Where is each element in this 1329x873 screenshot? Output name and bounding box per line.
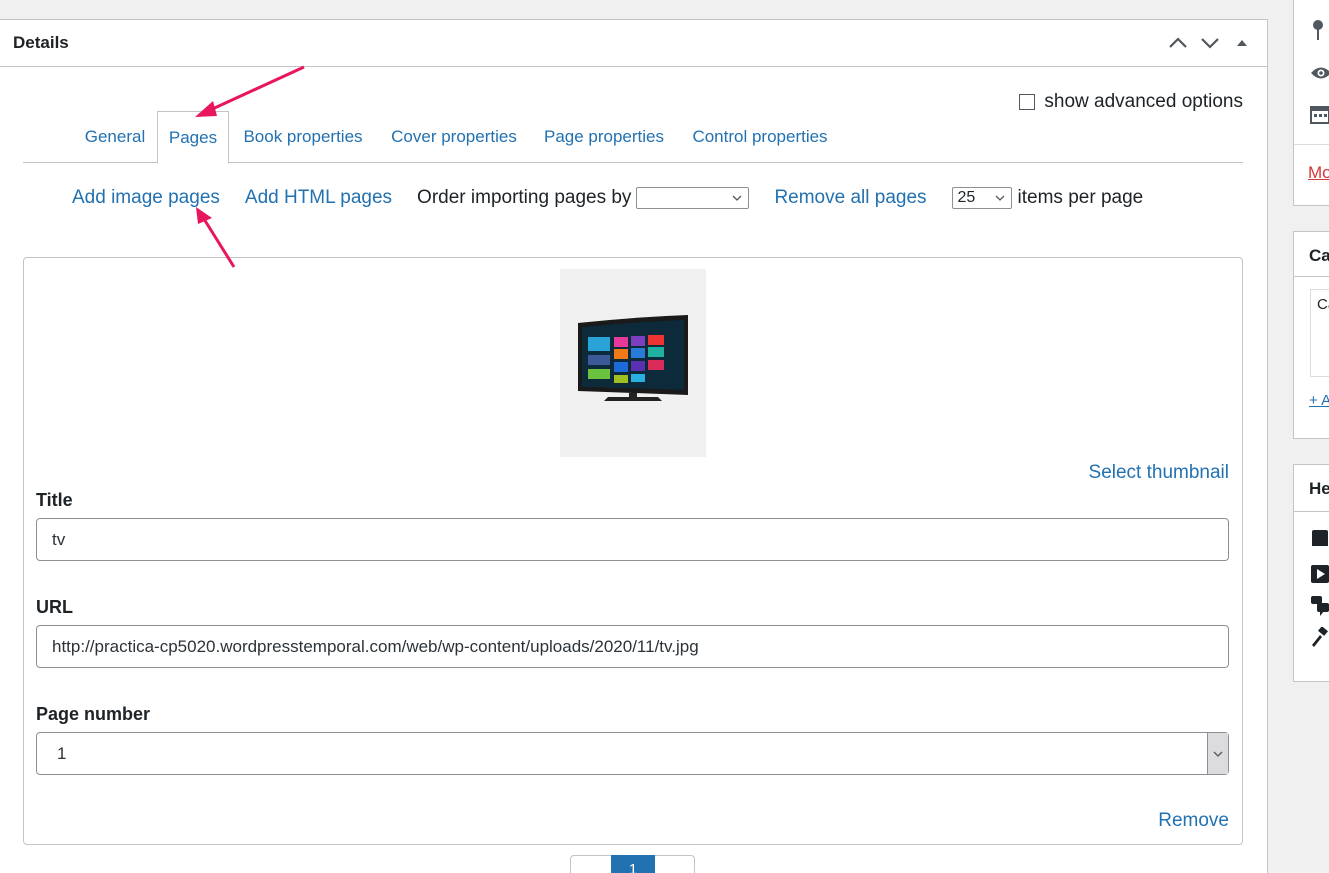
categories-list: Ca [1310, 289, 1329, 377]
categories-title: Ca [1309, 246, 1329, 265]
url-input[interactable]: http://practica-cp5020.wordpresstemporal… [36, 625, 1229, 668]
advanced-options-checkbox[interactable] [1019, 94, 1036, 110]
details-title: Details [13, 33, 69, 52]
collapse-icon[interactable] [1229, 32, 1255, 54]
pin-icon [1313, 20, 1323, 40]
publish-divider [1294, 144, 1329, 145]
pagination: 1 [570, 855, 695, 873]
page-number-input[interactable]: 1 [36, 732, 1229, 775]
video-icon[interactable] [1310, 564, 1329, 584]
add-html-pages-link[interactable]: Add HTML pages [245, 187, 392, 209]
help-divider [1294, 511, 1329, 512]
help-title: He [1309, 479, 1329, 498]
page-thumbnail[interactable] [560, 269, 706, 457]
tab-book-properties[interactable]: Book properties [238, 111, 368, 163]
advanced-options-toggle[interactable]: show advanced options [1019, 91, 1243, 113]
tab-page-properties[interactable]: Page properties [540, 111, 668, 163]
settings-tabs: General Pages Book properties Cover prop… [23, 111, 1243, 164]
pages-toolbar: Add image pages Add HTML pages Order imp… [72, 183, 1143, 213]
move-down-icon[interactable] [1197, 32, 1223, 54]
page-number-value: 1 [57, 743, 67, 763]
add-category-link[interactable]: + A [1309, 392, 1329, 409]
publish-box: Mo [1293, 0, 1329, 206]
page-number-label: Page number [36, 704, 151, 724]
details-metabox: Details show advanced options General Pa… [0, 19, 1268, 873]
add-image-pages-link[interactable]: Add image pages [72, 187, 220, 209]
advanced-options-label: show advanced options [1044, 91, 1243, 112]
calendar-icon [1310, 106, 1329, 124]
items-per-page-select[interactable]: 25 [951, 187, 1012, 209]
categories-divider [1294, 276, 1329, 277]
items-per-page-label: items per page [1017, 187, 1144, 208]
items-per-page-value: 25 [957, 189, 976, 206]
title-value: tv [52, 529, 66, 549]
tab-control-properties[interactable]: Control properties [686, 111, 834, 163]
details-header: Details [0, 20, 1267, 67]
order-select[interactable] [636, 187, 750, 209]
chevron-down-icon [1213, 751, 1223, 757]
chevron-down-icon [732, 195, 742, 201]
categories-box: Ca Ca + A [1293, 231, 1329, 439]
tab-pages[interactable]: Pages [157, 111, 229, 164]
title-label: Title [36, 490, 73, 510]
book-icon[interactable] [1310, 529, 1329, 551]
help-box: He [1293, 464, 1329, 682]
tab-general[interactable]: General [80, 111, 150, 163]
pagination-current[interactable]: 1 [611, 855, 655, 873]
page-number-spinner[interactable] [1207, 733, 1228, 774]
title-input[interactable]: tv [36, 518, 1229, 561]
url-label: URL [36, 597, 73, 617]
page-item-card: Select thumbnail Title tv URL http://pra… [23, 257, 1243, 845]
chevron-down-icon [995, 195, 1004, 201]
remove-all-pages-link[interactable]: Remove all pages [774, 187, 926, 209]
move-to-trash-link[interactable]: Mo [1308, 163, 1329, 183]
remove-page-link[interactable]: Remove [1158, 810, 1229, 832]
url-value: http://practica-cp5020.wordpresstemporal… [52, 636, 699, 656]
select-thumbnail-link[interactable]: Select thumbnail [1089, 462, 1229, 484]
eye-icon [1311, 67, 1329, 79]
gavel-icon[interactable] [1310, 627, 1329, 649]
category-item[interactable]: Ca [1317, 296, 1329, 313]
comments-icon[interactable] [1310, 595, 1329, 617]
tab-cover-properties[interactable]: Cover properties [385, 111, 523, 163]
metabox-handle-actions [1165, 32, 1255, 54]
tv-image [578, 315, 688, 401]
move-up-icon[interactable] [1165, 32, 1191, 54]
screen: Details show advanced options General Pa… [0, 0, 1329, 873]
order-label: Order importing pages by [417, 187, 632, 208]
